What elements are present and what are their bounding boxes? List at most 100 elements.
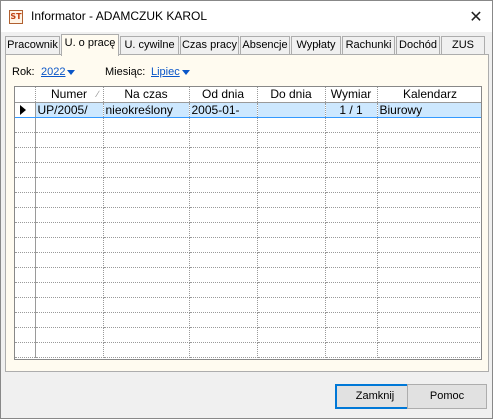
empty-row [15, 252, 481, 268]
empty-cell [35, 147, 104, 163]
cell-na-czas[interactable]: nieokreślony [103, 101, 190, 118]
empty-cell [377, 162, 481, 178]
tab-rachunki[interactable]: Rachunki [342, 36, 395, 55]
empty-cell [35, 252, 104, 268]
empty-cell [257, 207, 326, 223]
tab-u-o-prace[interactable]: U. o pracę [61, 34, 119, 56]
empty-cell [377, 297, 481, 313]
empty-cell [257, 162, 326, 178]
empty-cell [35, 282, 104, 298]
empty-cell [325, 327, 378, 343]
empty-cell [103, 252, 190, 268]
empty-cell [377, 132, 481, 148]
empty-cell [15, 237, 36, 253]
empty-cell [35, 327, 104, 343]
empty-cell [377, 192, 481, 208]
empty-row [15, 117, 481, 133]
empty-cell [35, 177, 104, 193]
column-header-na-czas[interactable]: Na czas [103, 87, 190, 103]
empty-cell [189, 237, 258, 253]
empty-cell [189, 282, 258, 298]
current-row-arrow-icon [20, 105, 26, 116]
row-indicator [15, 101, 36, 118]
empty-cell [325, 252, 378, 268]
empty-cell [377, 267, 481, 283]
empty-cell [377, 282, 481, 298]
empty-cell [189, 312, 258, 328]
contracts-grid[interactable]: Numer ∕ Na czas Od dnia Do dnia Wymiar Ka… [14, 86, 482, 360]
empty-cell [377, 147, 481, 163]
table-row[interactable]: UP/2005/ nieokreślony 2005-01- 1 / 1 Biu… [15, 101, 481, 118]
column-header-wymiar[interactable]: Wymiar [325, 87, 378, 103]
empty-cell [189, 177, 258, 193]
empty-cell [15, 132, 36, 148]
empty-cell [103, 117, 190, 133]
cell-numer[interactable]: UP/2005/ [35, 101, 104, 118]
column-header-do-dnia[interactable]: Do dnia [257, 87, 326, 103]
year-label: Rok: [12, 66, 35, 78]
empty-cell [257, 252, 326, 268]
empty-cell [325, 147, 378, 163]
empty-cell [103, 192, 190, 208]
empty-cell [189, 252, 258, 268]
empty-row [15, 147, 481, 163]
empty-cell [325, 177, 378, 193]
tab-czas-pracy[interactable]: Czas pracy [180, 36, 239, 55]
grid-corner [15, 87, 36, 103]
empty-cell [257, 312, 326, 328]
empty-cell [15, 117, 36, 133]
empty-cell [189, 192, 258, 208]
empty-cell [35, 207, 104, 223]
empty-cell [35, 162, 104, 178]
year-dropdown[interactable]: 2022 [41, 66, 76, 78]
cell-do-dnia[interactable] [257, 101, 326, 118]
empty-cell [257, 192, 326, 208]
empty-cell [35, 117, 104, 133]
empty-cell [15, 312, 36, 328]
empty-cell [35, 312, 104, 328]
informator-window: ST Informator - ADAMCZUK KAROL ✕ Pracown… [0, 0, 493, 419]
empty-cell [15, 177, 36, 193]
empty-cell [35, 222, 104, 238]
empty-cell [103, 132, 190, 148]
empty-cell [377, 177, 481, 193]
month-dropdown[interactable]: Lipiec [151, 66, 190, 78]
close-window-button[interactable]: ✕ [460, 1, 492, 32]
empty-cell [35, 297, 104, 313]
empty-cell [15, 222, 36, 238]
cell-od-dnia[interactable]: 2005-01- [189, 101, 258, 118]
empty-cell [377, 117, 481, 133]
column-header-kalendarz[interactable]: Kalendarz [377, 87, 481, 103]
tab-zus[interactable]: ZUS [441, 36, 485, 55]
empty-row [15, 192, 481, 208]
column-header-numer[interactable]: Numer ∕ [35, 87, 104, 103]
empty-cell [325, 282, 378, 298]
empty-cell [377, 207, 481, 223]
empty-row [15, 207, 481, 223]
help-button[interactable]: Pomoc [407, 384, 487, 409]
empty-cell [325, 312, 378, 328]
empty-cell [189, 222, 258, 238]
cell-kalendarz[interactable]: Biurowy [377, 101, 481, 118]
close-button[interactable]: Zamknij [335, 384, 415, 409]
empty-cell [15, 342, 36, 358]
sort-icon: ∕ [96, 89, 99, 99]
empty-row [15, 237, 481, 253]
close-icon: ✕ [469, 7, 483, 26]
empty-cell [325, 222, 378, 238]
empty-cell [325, 117, 378, 133]
empty-cell [35, 192, 104, 208]
tab-u-cywilne[interactable]: U. cywilne [120, 36, 179, 55]
empty-cell [377, 327, 481, 343]
tab-wyplaty[interactable]: Wypłaty [291, 36, 341, 55]
empty-cell [325, 237, 378, 253]
tab-dochod[interactable]: Dochód [396, 36, 440, 55]
cell-wymiar[interactable]: 1 / 1 [325, 101, 378, 118]
empty-cell [103, 147, 190, 163]
tab-strip: Pracownik U. o pracę U. cywilne Czas pra… [5, 34, 489, 56]
empty-cell [257, 222, 326, 238]
column-header-od-dnia[interactable]: Od dnia [189, 87, 258, 103]
empty-cell [103, 342, 190, 358]
tab-absencje[interactable]: Absencje [240, 36, 290, 55]
tab-pracownik[interactable]: Pracownik [5, 36, 60, 55]
